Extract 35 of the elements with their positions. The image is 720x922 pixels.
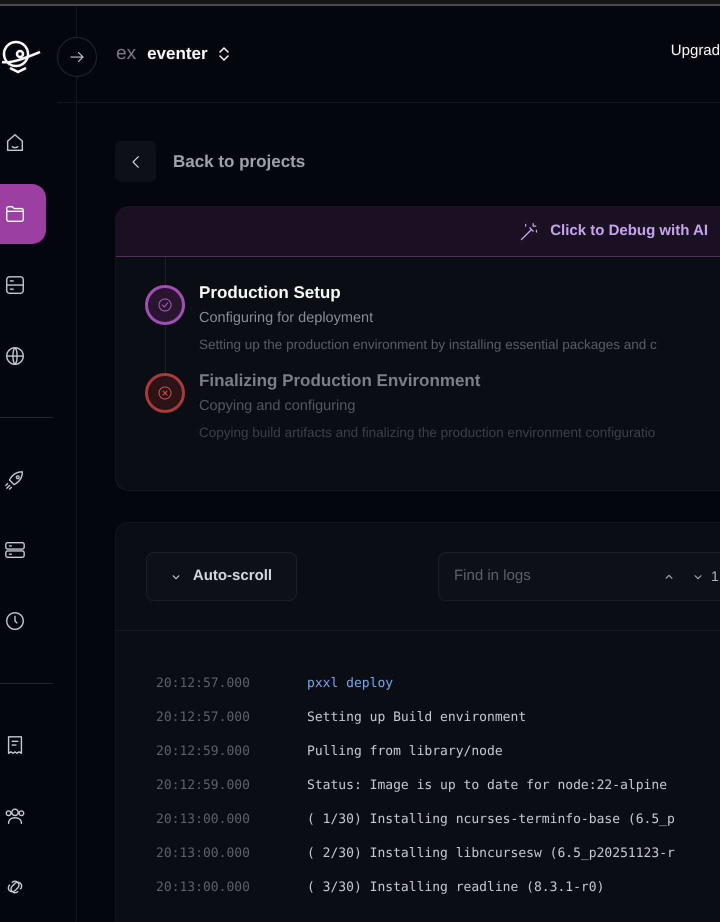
log-line: Setting up Build environment <box>307 709 526 728</box>
step-title: Production Setup <box>199 282 342 304</box>
log-line: pxxl deploy <box>307 675 394 694</box>
globe-icon <box>4 344 26 367</box>
log-timestamp: 20:12:57.000 <box>156 709 251 728</box>
log-line: Status: Image is up to date for node:22-alpine <box>307 777 668 796</box>
log-timestamp: 20:13:00.000 <box>156 811 251 830</box>
magic-wand-icon <box>519 222 540 242</box>
log-line: ( 2/30) Installing libncursesw (6.5_p20251123-r <box>307 845 675 864</box>
log-timestamp: 20:12:57.000 <box>156 675 251 694</box>
log-line: ( 1/30) Installing ncurses-terminfo-base (6.5_p <box>307 811 675 830</box>
search-input[interactable]: Find in logs <box>454 565 654 588</box>
log-timestamp: 20:13:00.000 <box>156 879 251 898</box>
log-line: Pulling from library/node <box>307 743 503 762</box>
step-description: Setting up the production environment by installing essential packages and c <box>199 336 657 354</box>
back-label: Back to projects <box>173 150 306 173</box>
match-count: 1 <box>711 567 719 586</box>
log-timestamp: 20:13:00.000 <box>156 845 251 864</box>
debug-with-ai-button[interactable]: Click to Debug with AI <box>519 220 708 243</box>
auto-scroll-button[interactable]: Auto-scroll <box>146 552 297 601</box>
log-timestamp: 20:12:59.000 <box>156 777 251 796</box>
sidebar-item[interactable] <box>0 184 46 244</box>
org-initials: ex <box>116 42 136 66</box>
chevrons-up-down-icon <box>218 45 230 63</box>
clock-icon <box>4 610 26 632</box>
log-timestamp: 20:12:59.000 <box>156 743 251 762</box>
step-subtitle: Copying and configuring <box>199 397 356 416</box>
step-title: Finalizing Production Environment <box>199 370 482 392</box>
step-subtitle: Configuring for deployment <box>199 309 374 328</box>
log-line: ( 3/30) Installing readline (8.3.1-r0) <box>307 879 604 898</box>
log-search-field[interactable]: Find in logs 1 <box>438 552 720 601</box>
project-switcher[interactable]: eventer <box>147 41 230 67</box>
rocket-icon <box>4 468 26 490</box>
upgrade-button[interactable]: Upgrad <box>670 40 720 62</box>
storage-icon <box>4 274 26 296</box>
